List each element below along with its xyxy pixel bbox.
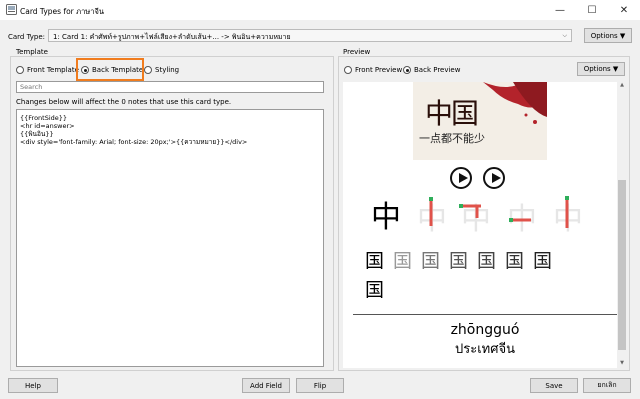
- save-button[interactable]: Save: [530, 378, 578, 393]
- front-preview-radio[interactable]: Front Preview: [344, 66, 402, 74]
- hanzi-char: 国: [421, 250, 441, 272]
- radio-icon: [344, 66, 352, 74]
- front-template-radio[interactable]: Front Template: [16, 66, 79, 74]
- chevron-down-icon: ⌵: [562, 32, 567, 39]
- maximize-button[interactable]: ☐: [576, 0, 608, 20]
- radio-icon: [16, 66, 24, 74]
- highlight-box: [76, 58, 144, 81]
- pinyin-text: zhōngguó: [450, 322, 520, 338]
- template-legend: Template: [16, 48, 48, 56]
- search-input[interactable]: [16, 81, 324, 93]
- preview-scrollbar[interactable]: ▲ ▼: [617, 82, 627, 368]
- play-audio-button[interactable]: [483, 167, 505, 189]
- scroll-up-icon[interactable]: ▲: [617, 82, 627, 90]
- answer-divider: [353, 314, 617, 315]
- image-title: 中国: [425, 97, 479, 130]
- card-type-select[interactable]: 1: Card 1: คำศัพท์+รูปภาพ+ไฟล์เสียง+ลำดั…: [48, 29, 572, 42]
- hanzi-char: 国: [449, 250, 469, 272]
- front-preview-label: Front Preview: [355, 66, 403, 74]
- card-type-options-button[interactable]: Options ▼: [584, 28, 632, 43]
- editor-line: <div style='font-family: Arial; font-siz…: [20, 138, 248, 146]
- front-template-label: Front Template: [27, 66, 79, 74]
- title-bar: Card Types for ภาษาจีน — ☐ ✕: [0, 0, 640, 20]
- hanzi-char: 国: [505, 250, 525, 272]
- hanzi-char: 国: [393, 250, 413, 272]
- template-editor[interactable]: {{FrontSide}} <hr id=answer> {{พินอิน}} …: [16, 109, 324, 367]
- preview-pane[interactable]: 中国 一点都不能少 中 中 中 中 中 国 国 国 国 国 国 国 国 zhōn…: [343, 82, 627, 368]
- hanzi-char: 国: [533, 250, 553, 272]
- styling-radio[interactable]: Styling: [144, 66, 179, 74]
- meaning-text: ประเทศจีน: [455, 342, 515, 357]
- app-icon: [6, 4, 17, 15]
- back-preview-radio[interactable]: Back Preview: [403, 66, 460, 74]
- minimize-button[interactable]: —: [544, 0, 576, 20]
- card-type-value: 1: Card 1: คำศัพท์+รูปภาพ+ไฟล์เสียง+ลำดั…: [53, 33, 291, 41]
- scroll-down-icon[interactable]: ▼: [617, 360, 627, 368]
- add-field-button[interactable]: Add Field: [242, 378, 290, 393]
- editor-line: <hr id=answer>: [20, 122, 75, 130]
- stroke-order-marks: [429, 196, 569, 228]
- hanzi-char: 国: [365, 250, 385, 272]
- image-subtitle: 一点都不能少: [419, 132, 485, 145]
- radio-checked-icon: [403, 66, 411, 74]
- window-title: Card Types for ภาษาจีน: [20, 7, 104, 16]
- hanzi-char: 国: [477, 250, 497, 272]
- hanzi-char: 国: [365, 279, 385, 301]
- radio-icon: [144, 66, 152, 74]
- scrollbar-thumb[interactable]: [618, 180, 626, 350]
- flip-button[interactable]: Flip: [296, 378, 344, 393]
- cancel-button[interactable]: ยกเลิก: [583, 378, 631, 393]
- card-image: 中国 一点都不能少: [413, 82, 547, 160]
- styling-label: Styling: [155, 66, 180, 74]
- help-button[interactable]: Help: [8, 378, 58, 393]
- changes-note: Changes below will affect the 0 notes th…: [16, 98, 232, 106]
- preview-options-button[interactable]: Options ▼: [577, 62, 625, 76]
- editor-line: {{พินอิน}}: [20, 130, 54, 138]
- editor-line: {{FrontSide}}: [20, 114, 68, 122]
- big-hanzi: 中: [371, 200, 401, 235]
- back-preview-label: Back Preview: [414, 66, 461, 74]
- play-audio-button[interactable]: [450, 167, 472, 189]
- preview-legend: Preview: [343, 48, 371, 56]
- close-button[interactable]: ✕: [608, 0, 640, 20]
- card-type-label: Card Type:: [8, 33, 46, 41]
